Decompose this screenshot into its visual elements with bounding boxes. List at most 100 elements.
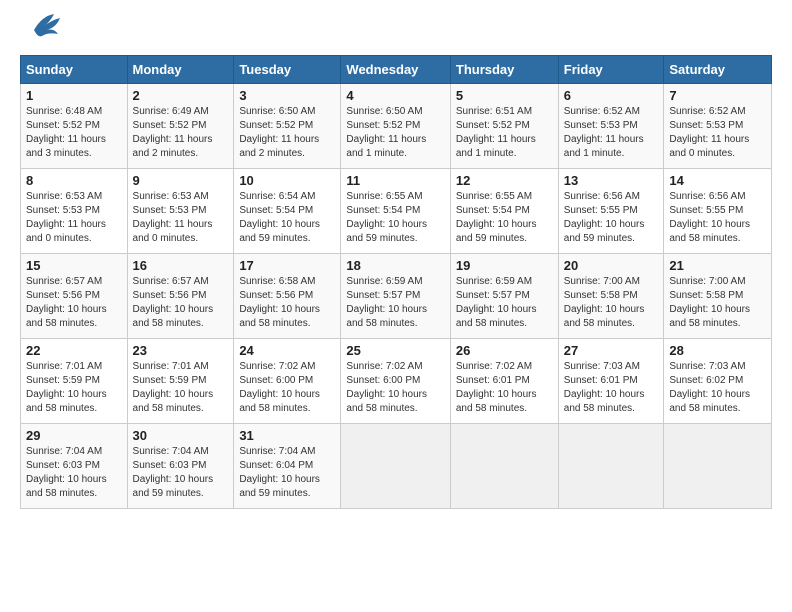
calendar-cell xyxy=(450,424,558,509)
day-number: 7 xyxy=(669,88,766,103)
day-number: 4 xyxy=(346,88,444,103)
calendar-cell: 21 Sunrise: 7:00 AMSunset: 5:58 PMDayligh… xyxy=(664,254,772,339)
calendar-cell: 28Sunrise: 7:03 AMSunset: 6:02 PMDayligh… xyxy=(664,339,772,424)
header-saturday: Saturday xyxy=(664,56,772,84)
calendar-cell: 13 Sunrise: 6:56 AMSunset: 5:55 PMDayligh… xyxy=(558,169,664,254)
calendar-cell: 10 Sunrise: 6:54 AMSunset: 5:54 PMDayligh… xyxy=(234,169,341,254)
calendar-cell: 19 Sunrise: 6:59 AMSunset: 5:57 PMDayligh… xyxy=(450,254,558,339)
calendar-cell: 31Sunrise: 7:04 AMSunset: 6:04 PMDayligh… xyxy=(234,424,341,509)
day-number: 16 xyxy=(133,258,229,273)
day-info: Sunrise: 7:04 AMSunset: 6:03 PMDaylight:… xyxy=(133,445,229,501)
day-number: 14 xyxy=(669,173,766,188)
calendar-cell: 5Sunrise: 6:51 AMSunset: 5:52 PMDaylight… xyxy=(450,84,558,169)
calendar-cell: 7 Sunrise: 6:52 AMSunset: 5:53 PMDaylight… xyxy=(664,84,772,169)
day-number: 13 xyxy=(564,173,659,188)
header-wednesday: Wednesday xyxy=(341,56,450,84)
day-number: 6 xyxy=(564,88,659,103)
day-number: 19 xyxy=(456,258,553,273)
day-info: Sunrise: 6:56 AMSunset: 5:55 PMDaylight:… xyxy=(669,190,766,246)
calendar-cell xyxy=(341,424,450,509)
day-number: 9 xyxy=(133,173,229,188)
day-info: Sunrise: 6:56 AMSunset: 5:55 PMDaylight:… xyxy=(564,190,659,246)
day-info: Sunrise: 6:58 AMSunset: 5:56 PMDaylight:… xyxy=(239,275,335,331)
day-info: Sunrise: 6:52 AMSunset: 5:53 PMDaylight:… xyxy=(669,105,766,161)
day-number: 5 xyxy=(456,88,553,103)
page-header xyxy=(20,20,772,45)
calendar-cell: 15 Sunrise: 6:57 AMSunset: 5:56 PMDayligh… xyxy=(21,254,128,339)
day-info: Sunrise: 6:53 AMSunset: 5:53 PMDaylight:… xyxy=(133,190,229,246)
calendar-cell: 20 Sunrise: 7:00 AMSunset: 5:58 PMDayligh… xyxy=(558,254,664,339)
day-number: 8 xyxy=(26,173,122,188)
calendar-cell xyxy=(664,424,772,509)
day-number: 22 xyxy=(26,343,122,358)
calendar-header-row: SundayMondayTuesdayWednesdayThursdayFrid… xyxy=(21,56,772,84)
day-number: 23 xyxy=(133,343,229,358)
day-number: 30 xyxy=(133,428,229,443)
header-thursday: Thursday xyxy=(450,56,558,84)
calendar-cell xyxy=(558,424,664,509)
calendar-week-row: 22 Sunrise: 7:01 AMSunset: 5:59 PMDayligh… xyxy=(21,339,772,424)
calendar-week-row: 15 Sunrise: 6:57 AMSunset: 5:56 PMDayligh… xyxy=(21,254,772,339)
day-info: Sunrise: 7:02 AMSunset: 6:00 PMDaylight:… xyxy=(239,360,335,416)
day-info: Sunrise: 6:50 AMSunset: 5:52 PMDaylight:… xyxy=(346,105,444,161)
calendar-cell: 3 Sunrise: 6:50 AMSunset: 5:52 PMDaylight… xyxy=(234,84,341,169)
day-number: 2 xyxy=(133,88,229,103)
header-sunday: Sunday xyxy=(21,56,128,84)
calendar-cell: 6 Sunrise: 6:52 AMSunset: 5:53 PMDaylight… xyxy=(558,84,664,169)
day-info: Sunrise: 7:00 AMSunset: 5:58 PMDaylight:… xyxy=(564,275,659,331)
calendar-cell: 24 Sunrise: 7:02 AMSunset: 6:00 PMDayligh… xyxy=(234,339,341,424)
day-number: 20 xyxy=(564,258,659,273)
day-number: 21 xyxy=(669,258,766,273)
calendar-week-row: 1 Sunrise: 6:48 AMSunset: 5:52 PMDaylight… xyxy=(21,84,772,169)
day-info: Sunrise: 6:50 AMSunset: 5:52 PMDaylight:… xyxy=(239,105,335,161)
day-info: Sunrise: 6:57 AMSunset: 5:56 PMDaylight:… xyxy=(133,275,229,331)
day-number: 15 xyxy=(26,258,122,273)
logo xyxy=(20,20,62,45)
header-friday: Friday xyxy=(558,56,664,84)
calendar-cell: 30 Sunrise: 7:04 AMSunset: 6:03 PMDayligh… xyxy=(127,424,234,509)
calendar-cell: 27 Sunrise: 7:03 AMSunset: 6:01 PMDayligh… xyxy=(558,339,664,424)
day-info: Sunrise: 6:54 AMSunset: 5:54 PMDaylight:… xyxy=(239,190,335,246)
calendar-cell: 26Sunrise: 7:02 AMSunset: 6:01 PMDayligh… xyxy=(450,339,558,424)
day-info: Sunrise: 7:03 AMSunset: 6:02 PMDaylight:… xyxy=(669,360,766,416)
day-info: Sunrise: 6:49 AMSunset: 5:52 PMDaylight:… xyxy=(133,105,229,161)
day-info: Sunrise: 7:00 AMSunset: 5:58 PMDaylight:… xyxy=(669,275,766,331)
calendar-cell: 11Sunrise: 6:55 AMSunset: 5:54 PMDayligh… xyxy=(341,169,450,254)
calendar-cell: 9 Sunrise: 6:53 AMSunset: 5:53 PMDaylight… xyxy=(127,169,234,254)
calendar-cell: 29 Sunrise: 7:04 AMSunset: 6:03 PMDayligh… xyxy=(21,424,128,509)
day-info: Sunrise: 6:59 AMSunset: 5:57 PMDaylight:… xyxy=(456,275,553,331)
day-number: 29 xyxy=(26,428,122,443)
calendar-week-row: 8 Sunrise: 6:53 AMSunset: 5:53 PMDaylight… xyxy=(21,169,772,254)
calendar-cell: 18 Sunrise: 6:59 AMSunset: 5:57 PMDayligh… xyxy=(341,254,450,339)
day-number: 27 xyxy=(564,343,659,358)
day-info: Sunrise: 7:04 AMSunset: 6:03 PMDaylight:… xyxy=(26,445,122,501)
day-number: 3 xyxy=(239,88,335,103)
calendar-table: SundayMondayTuesdayWednesdayThursdayFrid… xyxy=(20,55,772,509)
day-number: 26 xyxy=(456,343,553,358)
day-info: Sunrise: 6:48 AMSunset: 5:52 PMDaylight:… xyxy=(26,105,122,161)
day-number: 24 xyxy=(239,343,335,358)
day-info: Sunrise: 6:57 AMSunset: 5:56 PMDaylight:… xyxy=(26,275,122,331)
calendar-cell: 1 Sunrise: 6:48 AMSunset: 5:52 PMDaylight… xyxy=(21,84,128,169)
calendar-cell: 12 Sunrise: 6:55 AMSunset: 5:54 PMDayligh… xyxy=(450,169,558,254)
day-info: Sunrise: 6:52 AMSunset: 5:53 PMDaylight:… xyxy=(564,105,659,161)
calendar-cell: 17 Sunrise: 6:58 AMSunset: 5:56 PMDayligh… xyxy=(234,254,341,339)
day-number: 18 xyxy=(346,258,444,273)
calendar-week-row: 29 Sunrise: 7:04 AMSunset: 6:03 PMDayligh… xyxy=(21,424,772,509)
day-number: 17 xyxy=(239,258,335,273)
day-info: Sunrise: 7:01 AMSunset: 5:59 PMDaylight:… xyxy=(26,360,122,416)
day-info: Sunrise: 6:59 AMSunset: 5:57 PMDaylight:… xyxy=(346,275,444,331)
day-info: Sunrise: 6:55 AMSunset: 5:54 PMDaylight:… xyxy=(456,190,553,246)
calendar-cell: 23Sunrise: 7:01 AMSunset: 5:59 PMDayligh… xyxy=(127,339,234,424)
day-info: Sunrise: 7:04 AMSunset: 6:04 PMDaylight:… xyxy=(239,445,335,501)
day-number: 1 xyxy=(26,88,122,103)
header-tuesday: Tuesday xyxy=(234,56,341,84)
day-info: Sunrise: 7:03 AMSunset: 6:01 PMDaylight:… xyxy=(564,360,659,416)
day-number: 12 xyxy=(456,173,553,188)
day-number: 10 xyxy=(239,173,335,188)
day-info: Sunrise: 6:53 AMSunset: 5:53 PMDaylight:… xyxy=(26,190,122,246)
calendar-cell: 2 Sunrise: 6:49 AMSunset: 5:52 PMDaylight… xyxy=(127,84,234,169)
day-info: Sunrise: 7:02 AMSunset: 6:00 PMDaylight:… xyxy=(346,360,444,416)
day-number: 25 xyxy=(346,343,444,358)
calendar-cell: 16 Sunrise: 6:57 AMSunset: 5:56 PMDayligh… xyxy=(127,254,234,339)
